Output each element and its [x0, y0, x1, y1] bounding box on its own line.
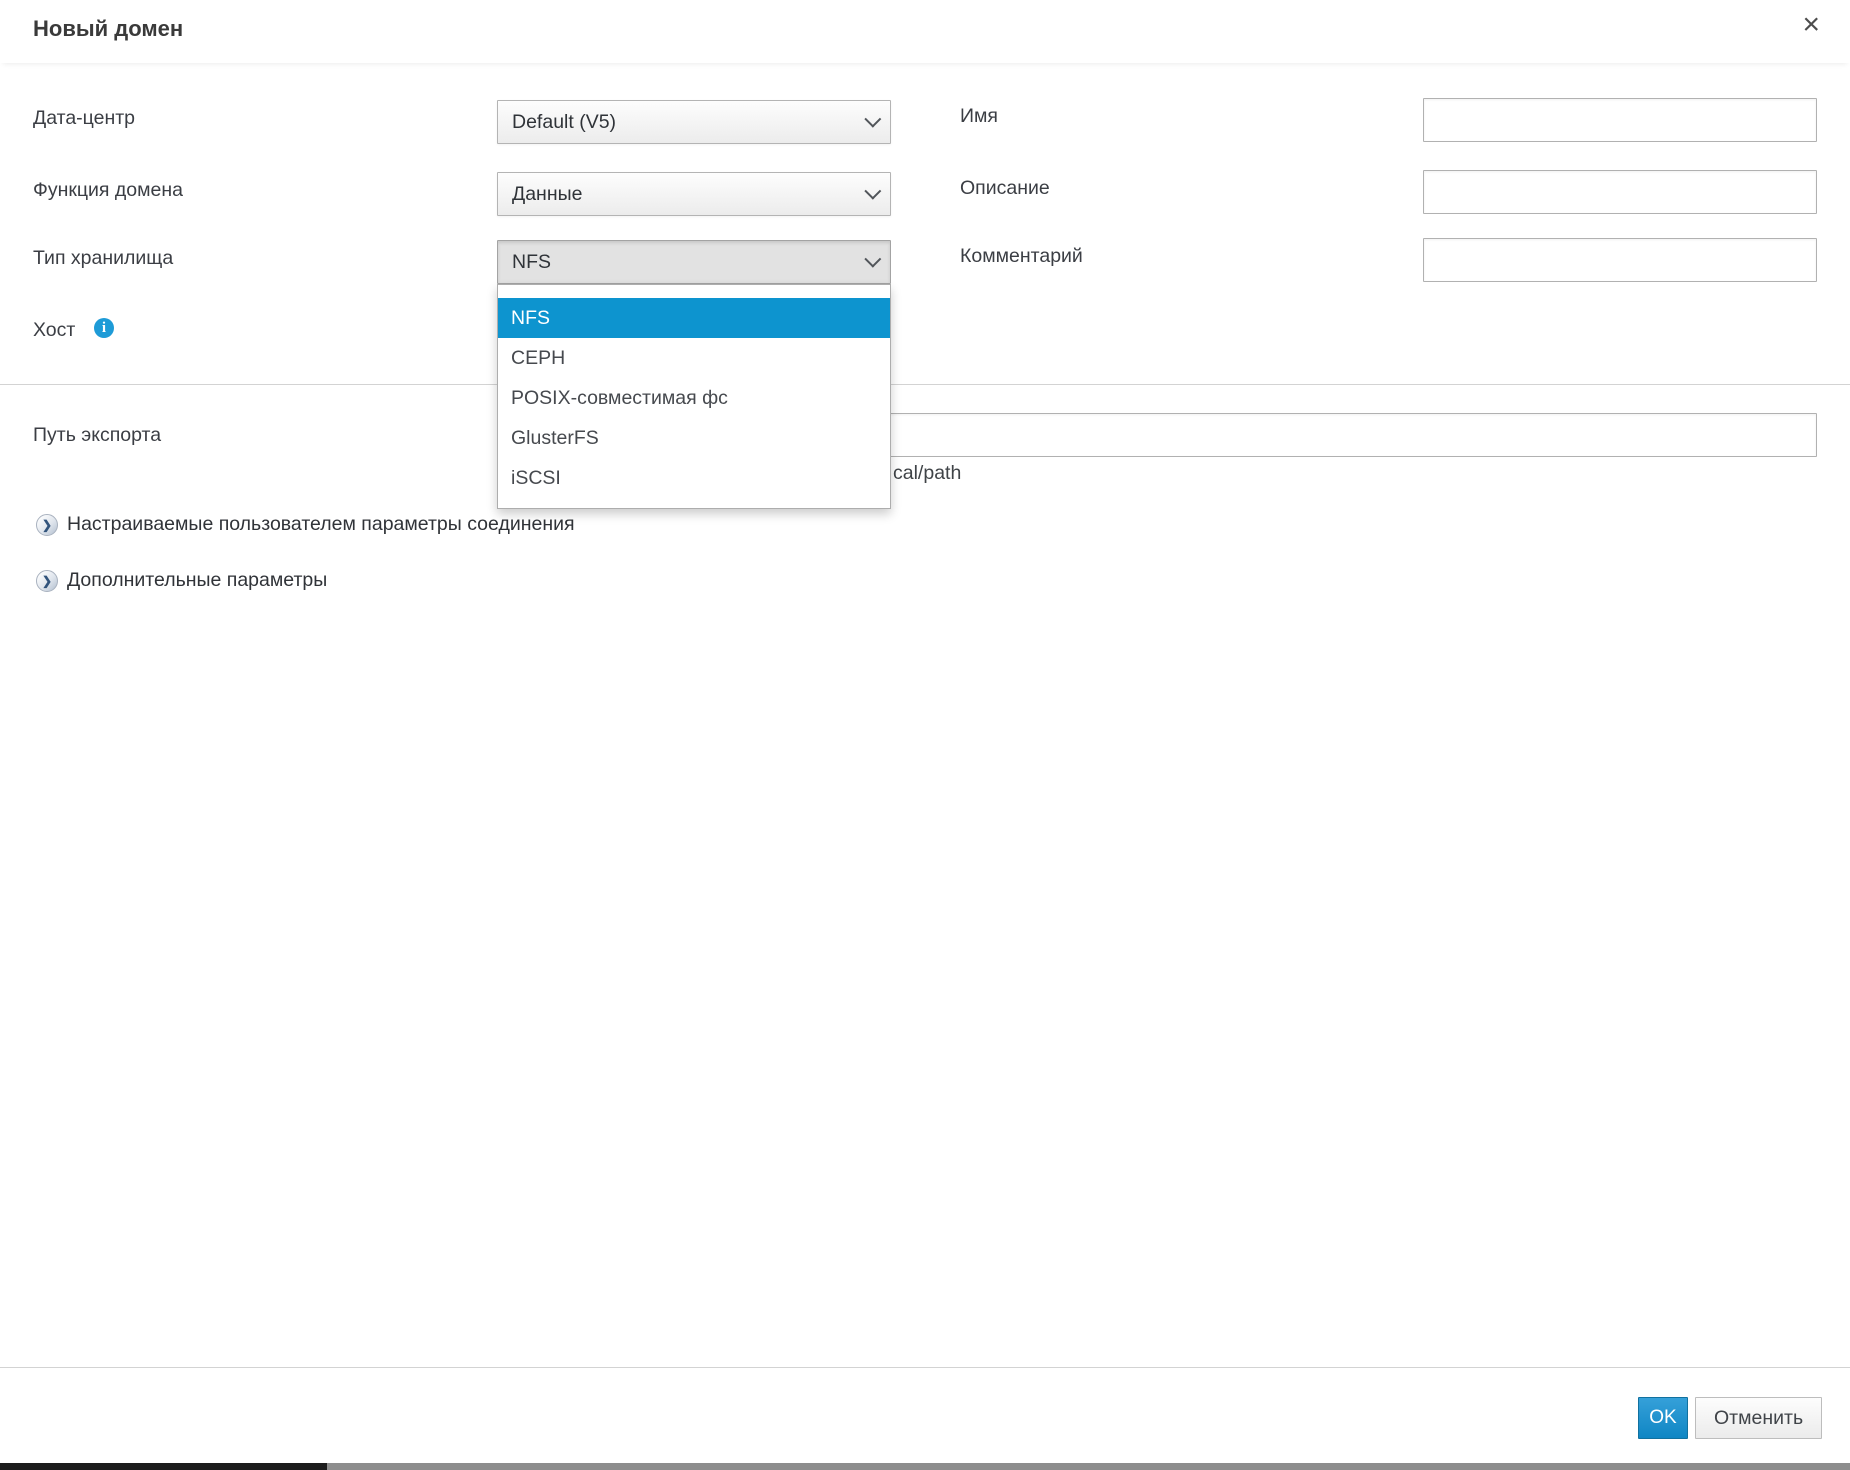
chevron-right-circle-icon: ❯ [36, 570, 58, 592]
dropdown-option-ceph[interactable]: CEPH [498, 338, 890, 378]
dialog-title: Новый домен [33, 16, 183, 42]
dropdown-option-nfs[interactable]: NFS [498, 298, 890, 338]
footer-divider [0, 1367, 1850, 1368]
domain-function-select-value: Данные [512, 183, 582, 206]
host-label: Хост [33, 308, 75, 352]
domain-function-select[interactable]: Данные [497, 172, 891, 216]
datacenter-select-value: Default (V5) [512, 111, 616, 134]
export-path-hint: cal/path [893, 462, 961, 485]
bottom-edge-gray-strip [327, 1463, 1850, 1470]
comment-label: Комментарий [960, 234, 1083, 278]
storage-type-select[interactable]: NFS [497, 240, 891, 284]
advanced-parameters-expander-label: Дополнительные параметры [67, 569, 327, 592]
ok-button[interactable]: OK [1638, 1397, 1688, 1439]
chevron-down-icon [864, 111, 881, 128]
storage-type-select-value: NFS [512, 251, 551, 274]
close-icon[interactable]: × [1802, 10, 1820, 40]
chevron-right-circle-icon: ❯ [36, 514, 58, 536]
connection-parameters-expander-label: Настраиваемые пользователем параметры со… [67, 513, 575, 536]
description-label: Описание [960, 166, 1050, 210]
storage-type-label: Тип хранилища [33, 236, 173, 280]
bottom-edge-dark-strip [0, 1463, 327, 1470]
new-domain-dialog: Новый домен × Дата-центр Default (V5) Фу… [0, 0, 1850, 1470]
name-input[interactable] [1423, 98, 1817, 142]
info-icon[interactable]: i [94, 318, 114, 338]
dropdown-option-glusterfs[interactable]: GlusterFS [498, 418, 890, 458]
domain-function-label: Функция домена [33, 168, 183, 212]
name-label: Имя [960, 94, 998, 138]
cancel-button[interactable]: Отменить [1695, 1397, 1822, 1439]
description-input[interactable] [1423, 170, 1817, 214]
advanced-parameters-expander[interactable]: ❯ Дополнительные параметры [36, 569, 327, 592]
storage-type-dropdown: NFS CEPH POSIX-совместимая фс GlusterFS … [497, 284, 891, 509]
datacenter-select[interactable]: Default (V5) [497, 100, 891, 144]
dropdown-option-iscsi[interactable]: iSCSI [498, 458, 890, 498]
comment-input[interactable] [1423, 238, 1817, 282]
dialog-header: Новый домен × [0, 0, 1850, 63]
export-path-label: Путь экспорта [33, 413, 161, 457]
dropdown-option-posix[interactable]: POSIX-совместимая фс [498, 378, 890, 418]
datacenter-label: Дата-центр [33, 96, 135, 140]
chevron-down-icon [864, 183, 881, 200]
section-divider [0, 384, 1850, 385]
chevron-down-icon [864, 251, 881, 268]
connection-parameters-expander[interactable]: ❯ Настраиваемые пользователем параметры … [36, 513, 575, 536]
